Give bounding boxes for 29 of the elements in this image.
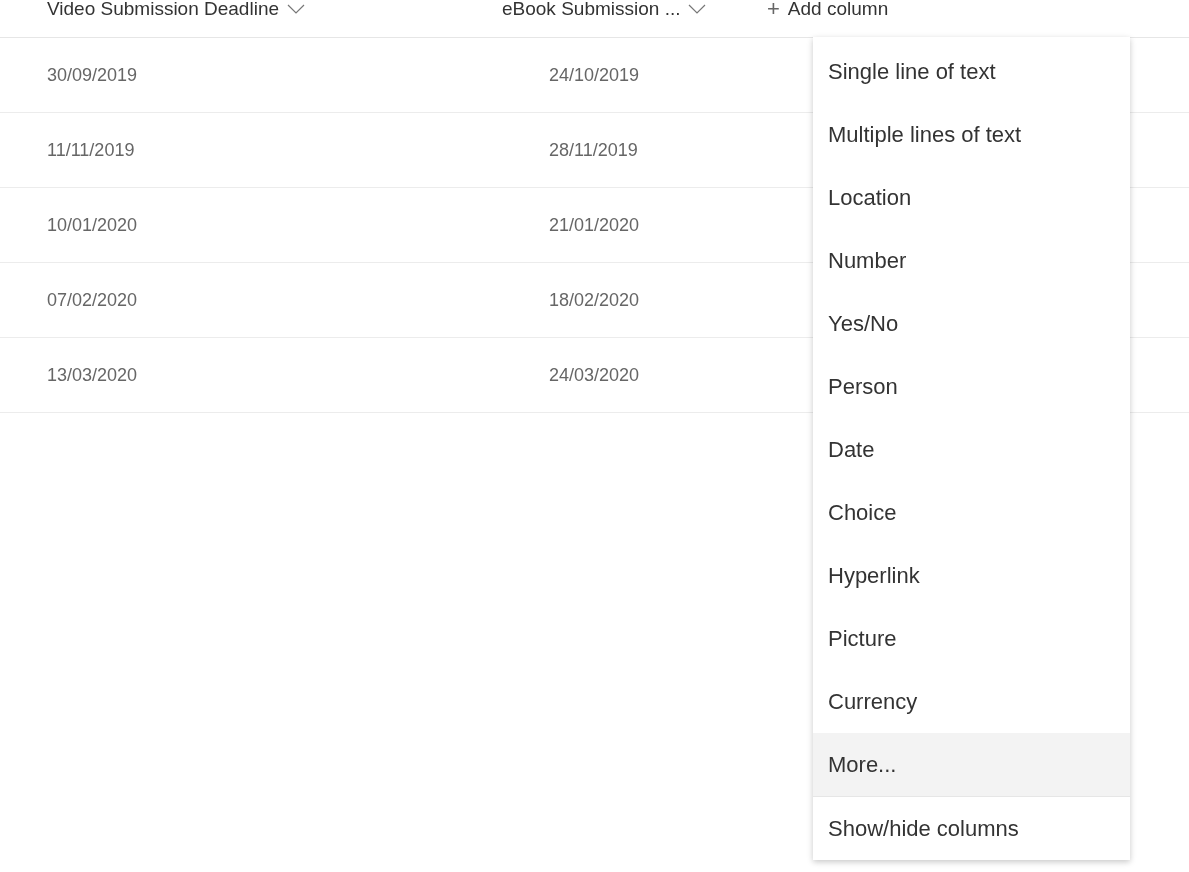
table-cell: 24/03/2020 <box>549 364 640 386</box>
table-cell: 18/02/2020 <box>549 289 640 311</box>
chevron-down-icon[interactable] <box>287 3 306 14</box>
menu-item[interactable]: Person <box>813 355 1130 418</box>
menu-item[interactable]: Number <box>813 229 1130 292</box>
menu-item[interactable]: Choice <box>813 481 1130 544</box>
menu-item[interactable]: More... <box>813 733 1130 796</box>
menu-item[interactable]: Currency <box>813 670 1130 733</box>
menu-item[interactable]: Location <box>813 166 1130 229</box>
menu-item[interactable]: Show/hide columns <box>813 797 1130 860</box>
chevron-down-icon[interactable] <box>688 3 707 14</box>
table-cell-text: 30/09/2019 <box>47 64 139 86</box>
menu-item[interactable]: Multiple lines of text <box>813 103 1130 166</box>
menu-item[interactable]: Single line of text <box>813 40 1130 103</box>
menu-item[interactable]: Hyperlink <box>813 544 1130 607</box>
menu-item[interactable]: Date <box>813 418 1130 481</box>
plus-icon: + <box>767 0 780 18</box>
menu-item[interactable]: Yes/No <box>813 292 1130 355</box>
table-cell-text: 13/03/2020 <box>47 364 139 386</box>
table-cell: 21/01/2020 <box>549 214 640 236</box>
table-cell-text: 07/02/2020 <box>47 289 139 311</box>
table-cell: 24/10/2019 <box>549 64 640 86</box>
menu-item[interactable]: Picture <box>813 607 1130 670</box>
table-cell: 28/11/2019 <box>549 139 638 161</box>
table-cell-text: 10/01/2020 <box>47 214 139 236</box>
add-column-button[interactable]: + Add column <box>767 0 889 18</box>
table-cell-text: 11/11/2019 <box>47 139 136 161</box>
column-header[interactable]: eBook Submission ... <box>502 0 681 18</box>
column-header[interactable]: Video Submission Deadline <box>47 0 280 18</box>
